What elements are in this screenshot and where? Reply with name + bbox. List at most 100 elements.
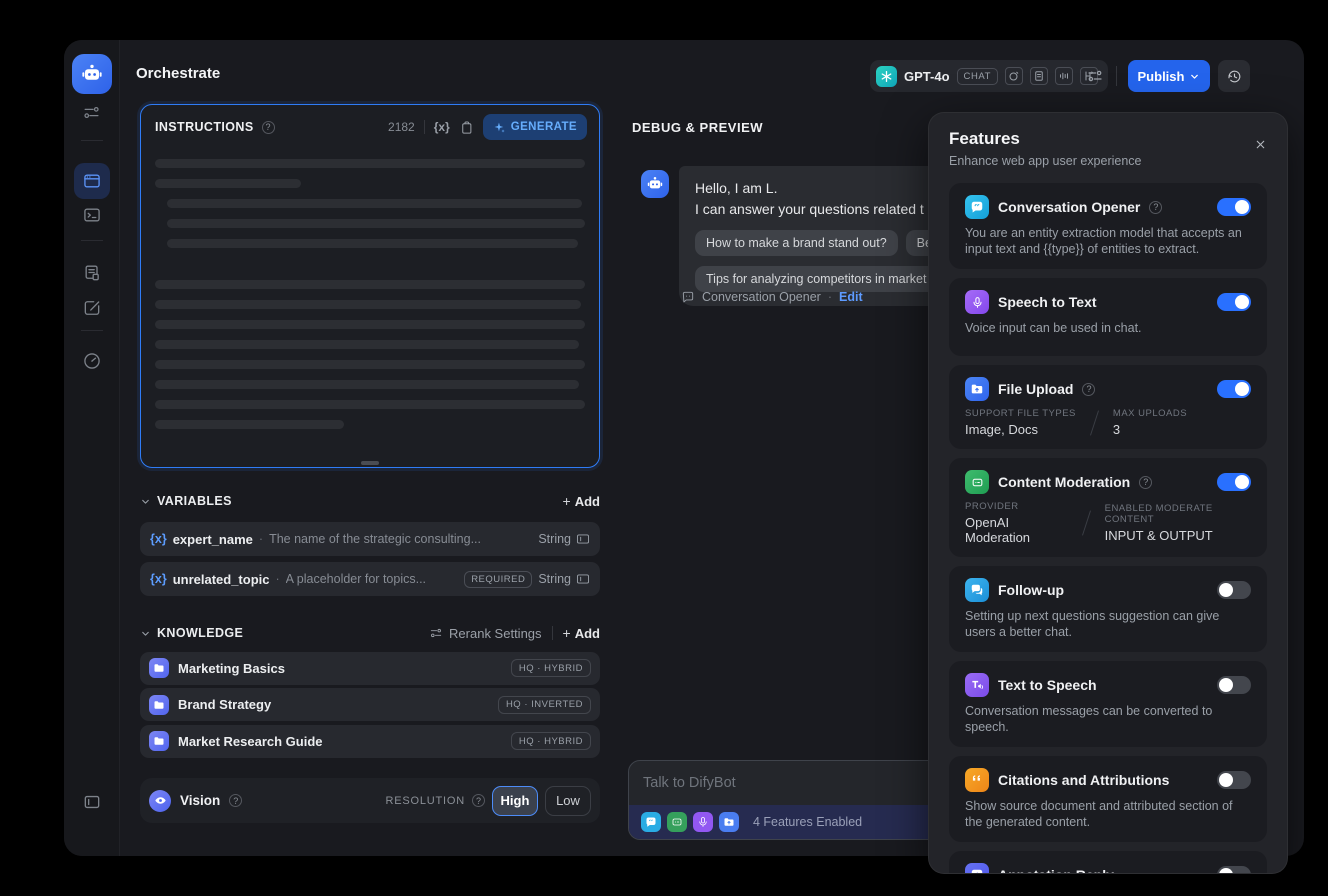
dot-separator — [828, 290, 832, 304]
edit-opener-link[interactable]: Edit — [839, 290, 863, 304]
feature-description: Voice input can be used in chat. — [965, 321, 1142, 335]
orchestrate-settings-icon[interactable] — [74, 94, 110, 130]
rail-item-annotations-icon[interactable] — [74, 290, 110, 326]
copy-icon[interactable] — [459, 120, 474, 135]
rerank-settings-button[interactable]: Rerank Settings — [429, 626, 542, 641]
feature-title: Conversation Opener — [998, 199, 1141, 215]
feature-title: Citations and Attributions — [998, 772, 1170, 788]
feature-card-conversation-opener: Conversation Opener ? You are an entity … — [949, 183, 1267, 269]
content-moderation-toggle[interactable] — [1217, 473, 1251, 491]
features-panel: Features Enhance web app user experience… — [928, 112, 1288, 874]
rail-item-orchestrate-active[interactable] — [73, 163, 110, 199]
knowledge-item[interactable]: Marketing Basics HQ · HYBRID — [140, 651, 600, 685]
follow-up-toggle[interactable] — [1217, 581, 1251, 599]
field-value: Image, Docs — [965, 422, 1038, 437]
publish-label: Publish — [1137, 68, 1185, 84]
page-title: Orchestrate — [136, 65, 221, 82]
opener-label: Conversation Opener — [702, 290, 821, 304]
feature-card-annotation-reply: Annotation Reply — [949, 851, 1267, 873]
eye-icon — [149, 789, 171, 812]
citations-toggle[interactable] — [1217, 771, 1251, 789]
file-upload-icon — [965, 377, 989, 401]
instructions-panel[interactable]: INSTRUCTIONS ? 2182 {x} GENERATE — [140, 104, 600, 468]
knowledge-section: KNOWLEDGE Rerank Settings + Add Marketing… — [140, 618, 600, 758]
sliders-icon — [430, 628, 442, 638]
field-value: INPUT & OUTPUT — [1104, 528, 1213, 543]
resolution-high-button[interactable]: High — [492, 785, 538, 816]
model-selector[interactable]: GPT-4o CHAT — [870, 60, 1109, 92]
help-icon[interactable]: ? — [1139, 475, 1153, 489]
publish-button[interactable]: Publish — [1128, 60, 1210, 92]
feature-card-follow-up: Follow-up Setting up next questions sugg… — [949, 566, 1267, 652]
folder-icon — [149, 694, 169, 715]
rail-divider — [81, 240, 103, 241]
features-subtitle: Enhance web app user experience — [949, 154, 1142, 168]
help-icon[interactable]: ? — [472, 794, 485, 807]
text-to-speech-toggle[interactable] — [1217, 676, 1251, 694]
left-rail — [64, 40, 120, 856]
knowledge-item[interactable]: Market Research Guide HQ · HYBRID — [140, 724, 600, 758]
collapse-sidebar-icon[interactable] — [74, 784, 110, 820]
conversation-opener-row: Conversation Opener Edit — [681, 290, 863, 304]
suggested-question-chip[interactable]: Tips for analyzing competitors in market — [695, 266, 938, 292]
variable-type: String — [538, 532, 571, 546]
vision-section: Vision ? RESOLUTION ? High Low — [140, 778, 600, 823]
required-badge: REQUIRED — [464, 570, 533, 588]
app-logo-robot-icon[interactable] — [72, 54, 112, 94]
speech-to-text-icon — [965, 290, 989, 314]
input-field-icon — [576, 574, 590, 584]
feature-description: Show source document and attributed sect… — [965, 799, 1233, 829]
file-upload-icon — [719, 812, 739, 832]
speech-to-text-icon — [693, 812, 713, 832]
rail-item-terminal-icon[interactable] — [74, 197, 110, 233]
field-value: 3 — [1112, 422, 1121, 437]
help-icon[interactable]: ? — [1082, 382, 1096, 396]
help-icon[interactable]: ? — [1149, 200, 1163, 214]
rail-divider — [81, 330, 103, 331]
suggested-question-chip[interactable]: How to make a brand stand out? — [695, 230, 898, 256]
variable-type: String — [538, 572, 571, 586]
resolution-label: RESOLUTION — [385, 794, 465, 807]
feature-description: Setting up next questions suggestion can… — [965, 609, 1220, 639]
header-divider — [1116, 66, 1117, 86]
resize-handle[interactable] — [361, 461, 379, 465]
version-history-icon[interactable] — [1218, 60, 1250, 92]
chevron-down-icon[interactable] — [140, 496, 151, 507]
add-variable-button[interactable]: + Add — [563, 493, 600, 509]
variable-row[interactable]: {x} unrelated_topic A placeholder for to… — [140, 562, 600, 596]
variables-section: VARIABLES +Add {x} expert_name The name … — [140, 486, 600, 596]
conversation-opener-icon — [641, 812, 661, 832]
instructions-text-skeleton[interactable] — [141, 149, 599, 440]
help-icon[interactable]: ? — [261, 120, 275, 134]
knowledge-item[interactable]: Brand Strategy HQ · INVERTED — [140, 688, 600, 721]
add-label: Add — [574, 493, 600, 509]
conversation-opener-toggle[interactable] — [1217, 198, 1251, 216]
insert-variable-icon[interactable]: {x} — [434, 120, 450, 134]
feature-card-speech-to-text: Speech to Text Voice input can be used i… — [949, 278, 1267, 356]
knowledge-badge: HQ · INVERTED — [497, 695, 591, 714]
help-icon[interactable]: ? — [229, 794, 243, 807]
annotation-reply-toggle[interactable] — [1217, 866, 1251, 873]
bot-avatar-robot-icon — [641, 170, 669, 198]
variable-name: unrelated_topic — [172, 571, 270, 587]
resolution-low-button[interactable]: Low — [545, 785, 591, 816]
variable-description: The name of the strategic consulting... — [269, 532, 481, 546]
knowledge-name: Marketing Basics — [178, 660, 285, 676]
rail-item-logs-icon[interactable] — [74, 255, 110, 291]
knowledge-badge: HQ · HYBRID — [510, 732, 591, 750]
file-upload-toggle[interactable] — [1217, 380, 1251, 398]
divider — [423, 120, 425, 134]
audio-capability-icon — [1055, 67, 1074, 85]
generate-button[interactable]: GENERATE — [482, 114, 587, 140]
debug-preview-title: DEBUG & PREVIEW — [632, 120, 764, 135]
rail-item-monitoring-icon[interactable] — [74, 343, 110, 379]
chevron-down-icon[interactable] — [140, 628, 151, 639]
field-label: ENABLED MODERATE CONTENT — [1104, 503, 1213, 525]
close-icon[interactable] — [1249, 133, 1271, 155]
features-title: Features — [949, 129, 1020, 148]
speech-to-text-toggle[interactable] — [1217, 293, 1251, 311]
field-label: PROVIDER — [965, 501, 1019, 512]
model-parameters-icon[interactable] — [1082, 64, 1108, 88]
variable-row[interactable]: {x} expert_name The name of the strategi… — [140, 522, 600, 556]
add-knowledge-button[interactable]: + Add — [563, 625, 600, 641]
